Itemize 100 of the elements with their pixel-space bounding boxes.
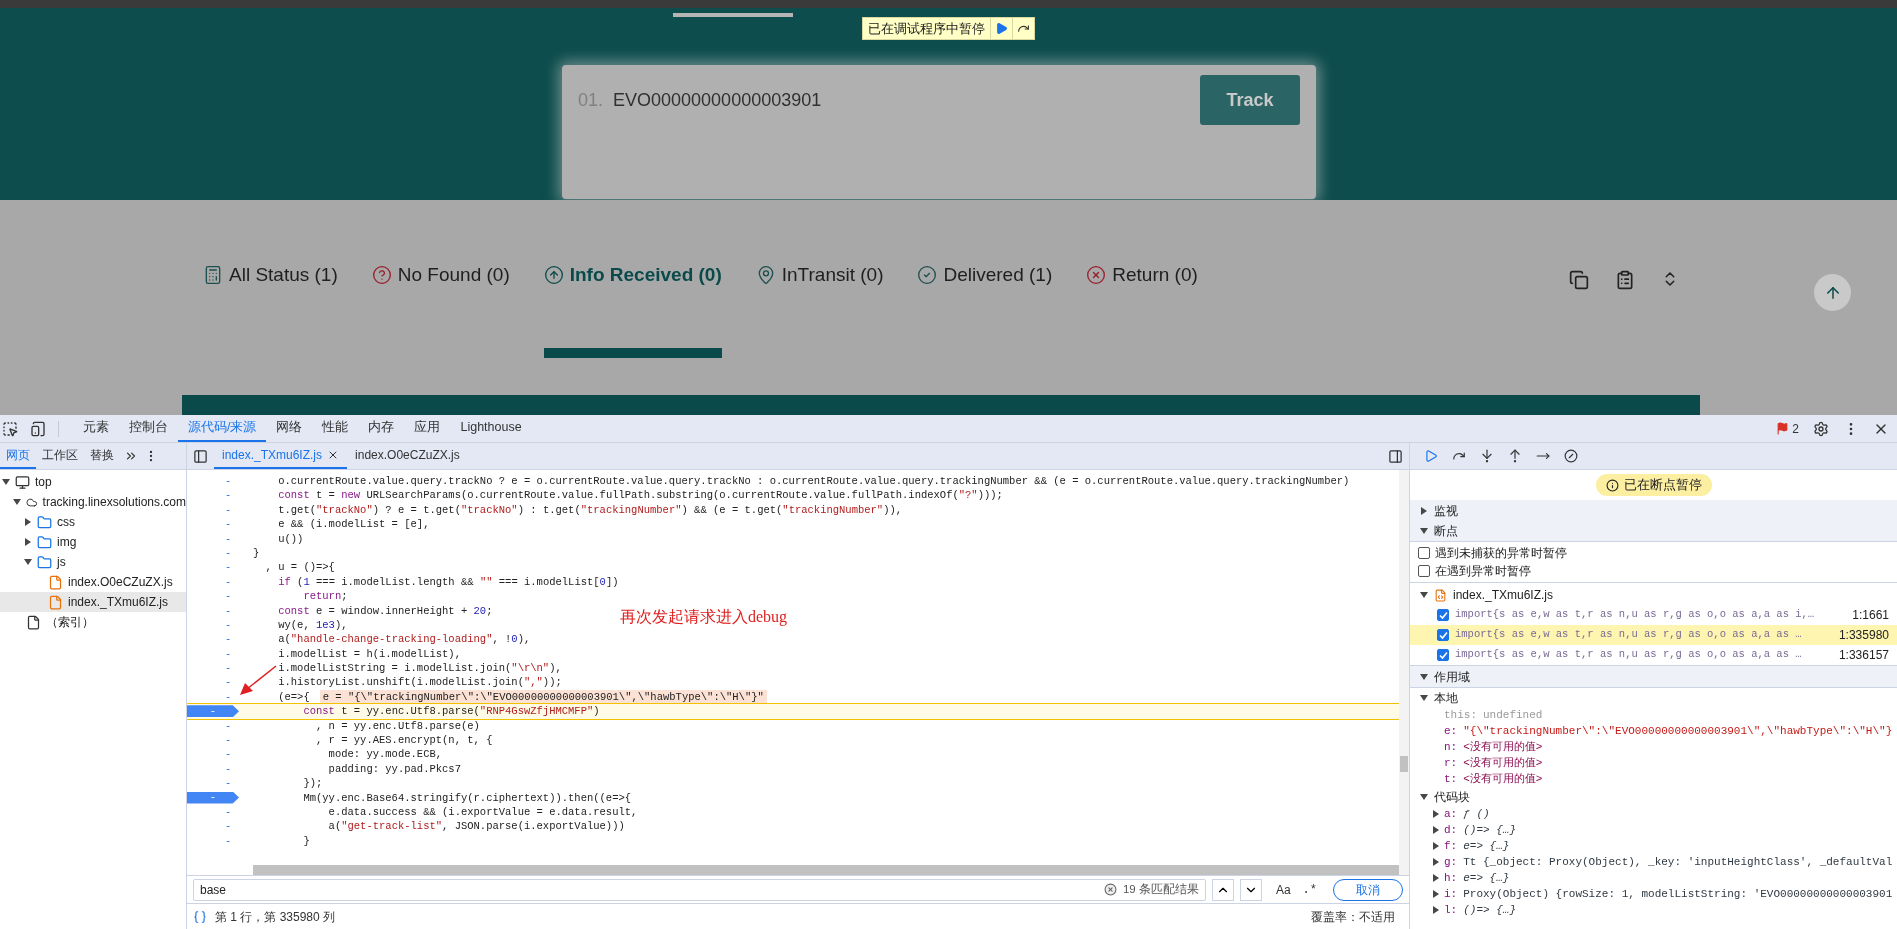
panel-tab[interactable]: Lighthouse (450, 415, 532, 442)
play-icon (995, 22, 1008, 35)
section-header[interactable]: 作用域 (1410, 666, 1897, 688)
line-marker: - (225, 488, 232, 503)
toggle-navigator-icon[interactable] (193, 448, 208, 464)
search-field[interactable]: base 19 条匹配结果 (193, 878, 1206, 901)
checkbox[interactable] (1418, 565, 1430, 577)
navigator-tab[interactable]: 工作区 (36, 443, 84, 469)
editor-tab[interactable]: index._TXmu6IZ.js (214, 443, 348, 469)
code-line: e.data.success && (i.exportValue = e.data.result, (327, 805, 638, 820)
code-line: i.modelListString = i.modelList.join("\r\n"), (277, 661, 562, 676)
collapsed-triangle-icon[interactable] (24, 538, 32, 546)
status-tab[interactable]: Return (0) (1086, 268, 1198, 358)
code-line: padding: yy.pad.Pkcs7 (327, 761, 461, 777)
toggle-debugger-icon[interactable] (1388, 448, 1403, 464)
panel-tab[interactable]: 内存 (358, 415, 405, 442)
breakpoint-location: 1:336157 (1838, 647, 1889, 664)
scope-variable[interactable]: a: ƒ () (1444, 805, 1490, 823)
status-tab[interactable]: No Found (0) (371, 268, 510, 358)
collapsed-triangle-icon[interactable] (1420, 506, 1428, 515)
checkbox[interactable] (1437, 629, 1449, 641)
scope-variable[interactable]: f: e=> {…} (1444, 837, 1510, 855)
scope-variable[interactable]: h: e=> {…} (1444, 869, 1510, 887)
checkbox[interactable] (1437, 649, 1449, 661)
expanded-triangle-icon[interactable] (1420, 527, 1428, 535)
expanded-triangle-icon[interactable] (1420, 591, 1428, 599)
tree-item[interactable]: css (0, 512, 186, 532)
section-header[interactable]: 断点 (1410, 521, 1897, 542)
breakpoint-item[interactable]: import{s as e,w as t,r as n,u as r,g as o,o as a,a as … 1:336157 (1410, 645, 1897, 665)
scrollbar-thumb[interactable] (1400, 756, 1408, 772)
tree-item[interactable]: （索引） (0, 612, 186, 632)
breakpoint-marker[interactable]: - (187, 705, 239, 718)
line-marker: - (225, 819, 232, 834)
line-marker: - (225, 603, 232, 618)
panel-tab[interactable]: 性能 (312, 415, 359, 442)
scope-variable[interactable]: g: Tt {_object: Proxy(Object), _key: 'inputHeightClass', _defaultVal (1444, 853, 1893, 871)
checkbox[interactable] (1418, 547, 1430, 559)
tree-item[interactable]: img (0, 532, 186, 552)
scope-variable[interactable]: d: ()=> {…} (1444, 821, 1516, 839)
status-tab[interactable]: All Status (1) (203, 268, 338, 358)
panel-tab[interactable]: 应用 (404, 415, 451, 442)
code-line: wy(e, 1e3), (277, 617, 348, 633)
copy-icon[interactable] (1569, 270, 1589, 290)
deactivate-breakpoints-icon[interactable] (1564, 449, 1578, 463)
device-toolbar-icon[interactable] (30, 420, 46, 437)
scope-variable[interactable]: e: "{\"trackingNumber\":\"EVO00000000000003901\",\"hawbType\":\"H\"} (1444, 722, 1893, 740)
tree-item[interactable]: top (0, 472, 186, 492)
regex-button[interactable]: .* (1302, 880, 1317, 899)
step-into-icon[interactable] (1480, 449, 1494, 463)
expanded-triangle-icon[interactable] (1420, 672, 1428, 681)
navigator-tab[interactable]: 网页 (0, 443, 36, 469)
issues-flag-icon[interactable] (1776, 422, 1790, 435)
expanded-triangle-icon[interactable] (2, 478, 10, 486)
panel-tab[interactable]: 控制台 (119, 415, 178, 442)
track-button[interactable]: Track (1200, 75, 1300, 125)
tree-item[interactable]: index.O0eCZuZX.js (0, 572, 186, 592)
checkbox[interactable] (1437, 609, 1449, 621)
folder-icon (37, 554, 52, 570)
tree-item[interactable]: js (0, 552, 186, 572)
scroll-top-button[interactable] (1814, 274, 1851, 311)
scope-variable[interactable]: l: ()=> {…} (1444, 901, 1516, 919)
more-tabs-icon[interactable] (124, 449, 138, 463)
list-icon[interactable] (1615, 270, 1635, 290)
status-tab[interactable]: Delivered (1) (917, 268, 1053, 358)
section-header[interactable]: 监视 (1410, 500, 1897, 521)
step-out-icon[interactable] (1508, 449, 1522, 463)
status-tab[interactable]: InTransit (0) (755, 268, 884, 358)
scope-variable[interactable]: i: Proxy(Object) {rowSize: 1, modelListString: 'EVO00000000000003901 (1444, 885, 1893, 903)
scope-group[interactable]: 本地 (1410, 688, 1897, 707)
navigator-tab[interactable]: 替换 (84, 443, 120, 469)
status-tab[interactable]: Info Received (0) (543, 268, 722, 358)
breakpoint-item[interactable]: import{s as e,w as t,r as n,u as r,g as o,o as a,a as … 1:335980 (1410, 625, 1897, 645)
expanded-triangle-icon[interactable] (1420, 792, 1428, 801)
breakpoint-item[interactable]: import{s as e,w as t,r as n,u as r,g as o,o as a,a as i,… 1:1661 (1410, 605, 1897, 625)
scope-variable[interactable]: n: <没有可用的值> (1444, 738, 1543, 756)
previous-match-button[interactable] (1211, 878, 1234, 901)
next-match-button[interactable] (1239, 878, 1262, 901)
editor-tab[interactable]: index.O0eCZuZX.js (347, 443, 468, 469)
panel-tab[interactable]: 元素 (73, 415, 119, 442)
issues-count[interactable]: 2 (1792, 419, 1799, 438)
tree-item[interactable]: tracking.linexsolutions.com (0, 492, 186, 512)
scope-variable[interactable]: r: <没有可用的值> (1444, 754, 1543, 772)
collapsed-triangle-icon[interactable] (24, 518, 32, 526)
expanded-triangle-icon[interactable] (13, 498, 21, 506)
breakpoint-marker[interactable]: - (187, 791, 239, 804)
scope-variable[interactable]: t: <没有可用的值> (1444, 770, 1543, 788)
expanded-triangle-icon[interactable] (1420, 693, 1428, 702)
match-case-button[interactable]: Aa (1275, 880, 1291, 899)
scope-group[interactable]: 代码块 (1410, 787, 1897, 806)
panel-tab[interactable]: 网络 (266, 415, 313, 442)
expanded-triangle-icon[interactable] (24, 558, 32, 566)
pretty-print-icon[interactable] (193, 909, 207, 924)
resume-icon[interactable] (1424, 449, 1438, 463)
clear-icon[interactable] (1103, 883, 1117, 896)
horizontal-scrollbar[interactable] (253, 865, 1399, 875)
settings-icon[interactable] (1813, 420, 1829, 437)
inspect-icon[interactable] (2, 420, 18, 437)
tracking-number-input[interactable]: EVO00000000000003901 (613, 87, 1200, 114)
line-marker: - (225, 661, 232, 676)
tree-item[interactable]: index._TXmu6IZ.js (0, 592, 186, 612)
